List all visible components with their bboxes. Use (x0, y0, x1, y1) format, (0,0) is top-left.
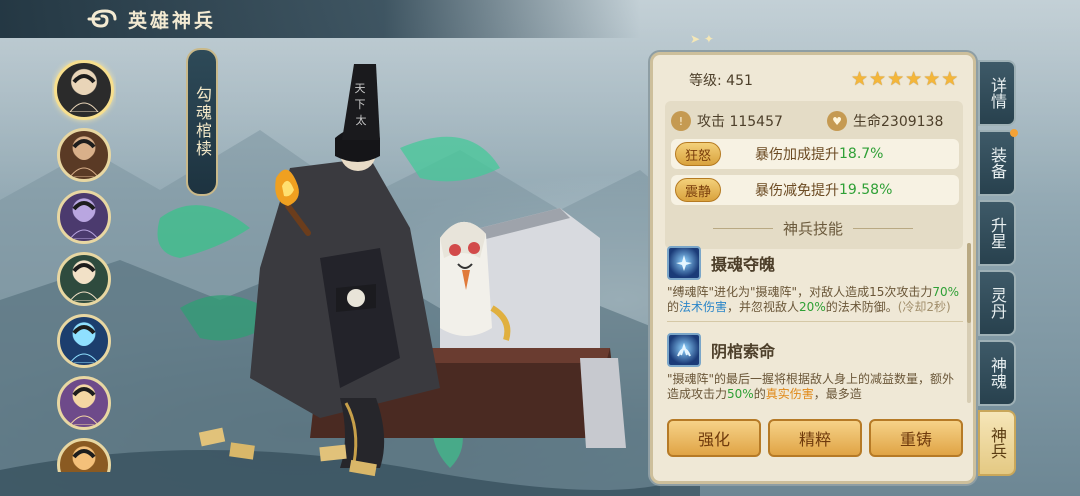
hero-avatar[interactable] (57, 438, 111, 472)
skill-desc-percent: 50% (727, 387, 754, 401)
back-swirl-icon (87, 9, 117, 28)
action-buttons: 强化 精粹 重铸 (667, 419, 963, 459)
skill-name: 摄魂夺魄 (711, 255, 776, 274)
skills-section-title: 神兵技能 (653, 217, 973, 239)
weapon-detail-panel: 等级: 451 ★ ★ ★ ★ ★ ★ ! 攻击 115457 ♥ 生命2309138 狂… (650, 52, 976, 484)
star-icon: ★ (887, 68, 905, 90)
star-icon: ★ (941, 68, 959, 90)
hero-portrait-icon (72, 449, 96, 470)
effect-row-crit-reduction: 震静 暴伤减免提升 19.58% (671, 175, 959, 205)
tab-5[interactable]: 神兵 (978, 410, 1016, 476)
hero-avatar[interactable] (57, 190, 111, 244)
effect-text: 暴伤减免提升 (755, 183, 839, 199)
svg-text:下: 下 (355, 98, 366, 111)
hero-avatar-list (52, 60, 116, 472)
skill-desc-damage-type: 真实伤害 (765, 387, 814, 401)
star-icon: ★ (905, 68, 923, 90)
hero-portrait-icon (69, 387, 99, 425)
tab-2[interactable]: 升星 (978, 200, 1016, 266)
skill-cooldown: (冷却2秒) (897, 300, 951, 314)
skill-scrollbar[interactable] (967, 243, 971, 403)
hero-avatar[interactable] (57, 252, 111, 306)
hp-stat: ♥ 生命2309138 (827, 111, 943, 131)
effect-tag: 狂怒 (675, 142, 721, 166)
hero-portrait-icon (69, 325, 99, 363)
divider (667, 321, 963, 322)
skill-item: 摄魂夺魄 "缚魂阵"进化为"摄魂阵"，对敌人造成15次攻击力70% 的法术伤害，并… (667, 245, 963, 322)
skill-item: 阴棺索命 "摄魂阵"的最后一握将根据敌人身上的减益数量，额外造成攻击力50%的真… (667, 332, 963, 402)
tab-4[interactable]: 神魂 (978, 340, 1016, 406)
page-title: 英雄神兵 (128, 9, 217, 32)
skill-description: "缚魂阵"进化为"摄魂阵"，对敌人造成15次攻击力70% 的法术伤害，并忽视敌人2… (667, 285, 963, 315)
star-icon: ★ (869, 68, 887, 90)
svg-text:天: 天 (355, 82, 366, 95)
attack-value: 攻击 115457 (697, 114, 783, 130)
scroll-thumb[interactable] (967, 243, 971, 323)
effect-text: 暴伤加成提升 (755, 147, 839, 163)
divider (712, 227, 773, 229)
tab-1[interactable]: 装备 (978, 129, 1018, 196)
skill-desc-percent: 20% (799, 300, 826, 314)
effect-value: 19.58% (839, 182, 893, 198)
star-icon: ★ (851, 68, 869, 90)
skill-desc-text: 的法术防御。 (825, 300, 898, 314)
level-row: 等级: 451 ★ ★ ★ ★ ★ ★ (665, 68, 965, 91)
svg-text:太: 太 (356, 114, 367, 127)
hero-portrait-icon (69, 139, 99, 177)
hero-weapon-artwork: 天 下 太 (157, 64, 626, 477)
effect-value: 18.7% (839, 146, 884, 162)
effect-tag: 震静 (675, 178, 721, 202)
hero-avatar[interactable] (57, 314, 111, 368)
stat-row: ! 攻击 115457 ♥ 生命2309138 (671, 107, 957, 135)
panel-deco-arrow-icon: ➤ ✦ (690, 32, 714, 46)
hero-portrait-icon (69, 201, 99, 239)
weapon-level: 等级: 451 (689, 73, 753, 89)
recast-button[interactable]: 重铸 (869, 419, 963, 457)
back-button[interactable] (82, 4, 122, 34)
coffin-skill-icon[interactable] (667, 333, 701, 367)
side-tabs: 详情 装备 升星 灵丹 神魂 神兵 (978, 60, 1018, 480)
skill-desc-text: 的 (753, 387, 766, 401)
spirit-claw-icon (677, 342, 691, 357)
refine-button[interactable]: 精粹 (768, 419, 862, 457)
skill-name: 阴棺索命 (711, 342, 776, 361)
attack-stat: ! 攻击 115457 (671, 111, 821, 131)
hero-avatar[interactable] (54, 60, 114, 120)
hero-portrait-icon (69, 74, 99, 112)
hero-avatar[interactable] (57, 128, 111, 182)
heart-icon: ♥ (827, 111, 847, 131)
skill-desc-text: "缚魂阵"进化为"摄魂阵"，对敌人造成15次攻击力 (667, 285, 933, 299)
spirit-hand-icon (676, 255, 692, 271)
soul-skill-icon[interactable] (667, 246, 701, 280)
notification-dot-icon (1010, 129, 1018, 137)
skill-desc-percent: 70% (932, 285, 960, 299)
star-icon: ★ (923, 68, 941, 90)
skill-desc-text: ，并忽视敌人 (727, 300, 800, 314)
skill-head: 阴棺索命 (667, 332, 963, 368)
tab-3[interactable]: 灵丹 (978, 270, 1016, 336)
strengthen-button[interactable]: 强化 (667, 419, 761, 457)
skill-head: 摄魂夺魄 (667, 245, 963, 281)
hero-avatar[interactable] (57, 376, 111, 430)
tab-0[interactable]: 详情 (978, 60, 1016, 126)
divider (853, 227, 913, 229)
top-bar: 英雄神兵 (0, 0, 640, 38)
effect-row-crit-damage: 狂怒 暴伤加成提升 18.7% (671, 139, 959, 169)
skill-description: "摄魂阵"的最后一握将根据敌人身上的减益数量，额外造成攻击力50%的真实伤害，最… (667, 372, 963, 402)
star-rating: ★ ★ ★ ★ ★ ★ (851, 68, 958, 90)
skill-desc-text: 的 (667, 300, 680, 314)
hp-value: 生命2309138 (853, 114, 944, 130)
section-title-text: 神兵技能 (782, 219, 843, 238)
hero-portrait-icon (69, 263, 99, 301)
skill-list[interactable]: 摄魂夺魄 "缚魂阵"进化为"摄魂阵"，对敌人造成15次攻击力70%的法术伤害，并… (667, 245, 963, 409)
skill-desc-text: ，最多造 (813, 387, 862, 401)
skill-desc-damage-type: 法术伤害 (679, 300, 728, 314)
attack-icon: ! (671, 111, 691, 131)
